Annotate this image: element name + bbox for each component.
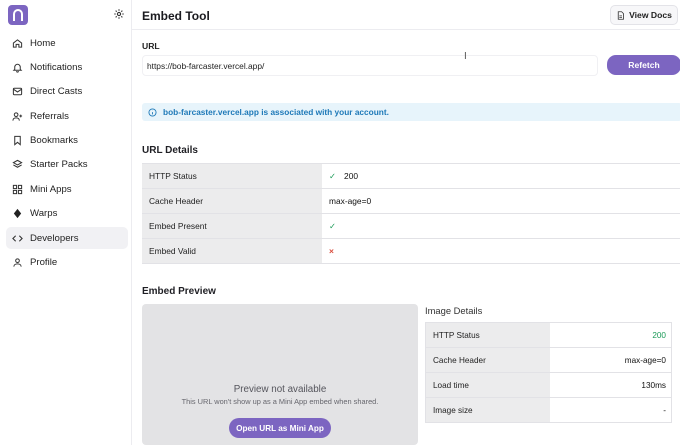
table-row: HTTP Status ✓ 200 bbox=[142, 164, 680, 189]
cache-header-value: max-age=0 bbox=[329, 196, 372, 206]
text-cursor-icon: I bbox=[464, 51, 467, 62]
code-icon bbox=[11, 232, 23, 244]
user-plus-icon bbox=[11, 110, 23, 122]
document-icon bbox=[617, 10, 624, 20]
preview-unavailable-title: Preview not available bbox=[233, 384, 327, 395]
row-key: HTTP Status bbox=[426, 323, 550, 347]
view-docs-label: View Docs bbox=[629, 10, 672, 20]
image-details-table: HTTP Status 200 Cache Header max-age=0 L… bbox=[425, 322, 672, 423]
bell-icon bbox=[11, 61, 23, 73]
sidebar-item-notifications[interactable]: Notifications bbox=[6, 56, 128, 78]
table-row: Load time 130ms bbox=[426, 373, 671, 398]
page-header: Embed Tool View Docs bbox=[132, 0, 680, 30]
sidebar-item-starter-packs[interactable]: Starter Packs bbox=[6, 154, 128, 176]
row-value: 200 bbox=[652, 330, 666, 340]
gear-icon[interactable] bbox=[113, 8, 125, 20]
row-value: max-age=0 bbox=[624, 355, 666, 365]
grid-icon bbox=[11, 183, 23, 195]
sidebar-nav: Home Notifications Direct Casts Referral… bbox=[6, 32, 128, 276]
sidebar-item-label: Profile bbox=[30, 257, 58, 269]
row-value: × bbox=[322, 239, 680, 263]
preview-unavailable-subtitle: This URL won't show up as a Mini App emb… bbox=[181, 397, 379, 406]
info-icon bbox=[148, 107, 157, 117]
sidebar-item-mini-apps[interactable]: Mini Apps bbox=[6, 178, 128, 200]
page-title: Embed Tool bbox=[142, 9, 210, 23]
info-banner: bob-farcaster.vercel.app is associated w… bbox=[142, 103, 680, 121]
url-details-title: URL Details bbox=[142, 145, 198, 156]
sidebar-item-label: Referrals bbox=[30, 110, 69, 122]
sidebar-item-label: Warps bbox=[30, 208, 58, 220]
mail-icon bbox=[11, 86, 23, 98]
check-icon: ✓ bbox=[329, 171, 337, 181]
table-row: Cache Header max-age=0 bbox=[426, 348, 671, 373]
url-input[interactable] bbox=[142, 55, 598, 76]
embed-preview-title: Embed Preview bbox=[142, 286, 216, 297]
table-row: Cache Header max-age=0 bbox=[142, 189, 680, 214]
embed-preview-box: Preview not available This URL won't sho… bbox=[142, 304, 418, 445]
farcaster-logo[interactable] bbox=[8, 5, 28, 25]
url-label: URL bbox=[142, 41, 160, 51]
row-key: HTTP Status bbox=[142, 164, 322, 188]
row-value: ✓ 200 bbox=[322, 164, 680, 188]
info-banner-text: bob-farcaster.vercel.app is associated w… bbox=[163, 107, 389, 117]
row-key: Cache Header bbox=[142, 189, 322, 213]
sidebar-item-label: Direct Casts bbox=[30, 86, 83, 98]
url-details-table: HTTP Status ✓ 200 Cache Header max-age=0… bbox=[142, 163, 680, 264]
open-mini-app-button[interactable]: Open URL as Mini App bbox=[229, 418, 331, 438]
sidebar-item-direct-casts[interactable]: Direct Casts bbox=[6, 81, 128, 103]
cross-icon: × bbox=[329, 246, 334, 256]
row-value: 130ms bbox=[641, 380, 666, 390]
sidebar-item-label: Home bbox=[30, 37, 56, 49]
layers-icon bbox=[11, 159, 23, 171]
sidebar-item-label: Developers bbox=[30, 232, 79, 244]
bookmark-icon bbox=[11, 135, 23, 147]
image-details-title: Image Details bbox=[425, 305, 483, 316]
table-row: Embed Valid × bbox=[142, 239, 680, 264]
sidebar-item-label: Mini Apps bbox=[30, 183, 72, 195]
sidebar-item-profile[interactable]: Profile bbox=[6, 252, 128, 274]
row-key: Embed Present bbox=[142, 214, 322, 238]
row-key: Cache Header bbox=[426, 348, 550, 372]
refetch-button[interactable]: Refetch bbox=[607, 55, 680, 75]
table-row: Embed Present ✓ bbox=[142, 214, 680, 239]
sidebar-item-referrals[interactable]: Referrals bbox=[6, 105, 128, 127]
view-docs-button[interactable]: View Docs bbox=[610, 5, 678, 25]
sidebar-item-label: Bookmarks bbox=[30, 135, 78, 147]
home-icon bbox=[11, 37, 23, 49]
sidebar-item-home[interactable]: Home bbox=[6, 32, 128, 54]
table-row: HTTP Status 200 bbox=[426, 323, 671, 348]
main-content: Embed Tool View Docs URL I Refetch bob-f… bbox=[132, 0, 680, 445]
check-icon: ✓ bbox=[329, 221, 337, 231]
http-status-value: 200 bbox=[344, 171, 359, 181]
sidebar-item-warps[interactable]: Warps bbox=[6, 203, 128, 225]
row-key: Load time bbox=[426, 373, 550, 397]
sidebar: Home Notifications Direct Casts Referral… bbox=[0, 0, 132, 445]
table-row: Image size - bbox=[426, 398, 671, 423]
row-value: ✓ bbox=[322, 214, 680, 238]
row-value: - bbox=[663, 405, 666, 415]
user-icon bbox=[11, 257, 23, 269]
sidebar-item-bookmarks[interactable]: Bookmarks bbox=[6, 130, 128, 152]
sidebar-item-label: Starter Packs bbox=[30, 159, 88, 171]
row-key: Image size bbox=[426, 398, 550, 422]
sidebar-item-label: Notifications bbox=[30, 61, 83, 73]
diamond-icon bbox=[11, 208, 23, 220]
row-key: Embed Valid bbox=[142, 239, 322, 263]
sidebar-item-developers[interactable]: Developers bbox=[6, 227, 128, 250]
